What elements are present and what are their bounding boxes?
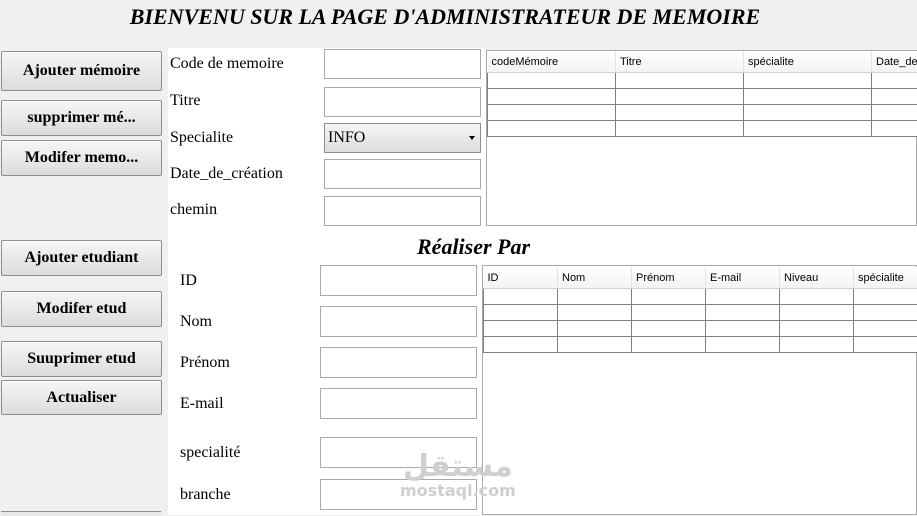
column-header[interactable]: spécialite bbox=[744, 51, 872, 73]
table-cell[interactable] bbox=[854, 289, 917, 305]
table-cell[interactable] bbox=[632, 337, 706, 353]
email-input[interactable] bbox=[320, 388, 477, 419]
column-header[interactable]: Nom bbox=[558, 267, 632, 289]
chemin-label: chemin bbox=[170, 201, 217, 219]
table-cell[interactable] bbox=[488, 105, 616, 121]
table-cell[interactable] bbox=[488, 121, 616, 137]
table-cell[interactable] bbox=[488, 73, 616, 89]
column-header[interactable]: ID bbox=[484, 267, 558, 289]
table-cell[interactable] bbox=[744, 121, 872, 137]
delete-etudiant-button[interactable]: Suuprimer etud bbox=[1, 341, 162, 377]
table-row[interactable] bbox=[484, 337, 917, 353]
watermark-latin: mostaql.com bbox=[400, 482, 516, 500]
table-cell[interactable] bbox=[872, 73, 917, 89]
table-cell[interactable] bbox=[616, 89, 744, 105]
id-input[interactable] bbox=[320, 265, 477, 296]
section-subtitle: Réaliser Par bbox=[417, 234, 530, 260]
table-cell[interactable] bbox=[706, 289, 780, 305]
table-cell[interactable] bbox=[706, 337, 780, 353]
chevron-down-icon bbox=[469, 136, 475, 140]
table-row[interactable] bbox=[488, 121, 917, 137]
table-row[interactable] bbox=[488, 105, 917, 121]
table-cell[interactable] bbox=[558, 337, 632, 353]
nom-input[interactable] bbox=[320, 306, 477, 337]
table-cell[interactable] bbox=[558, 289, 632, 305]
etudiant-table-header: ID Nom Prénom E-mail Niveau spécialite bbox=[484, 267, 917, 289]
watermark-arabic: مستقل bbox=[400, 452, 516, 482]
code-memoire-input[interactable] bbox=[324, 49, 481, 79]
table-cell[interactable] bbox=[632, 321, 706, 337]
column-header[interactable]: spécialite bbox=[854, 267, 917, 289]
table-cell[interactable] bbox=[616, 121, 744, 137]
table-cell[interactable] bbox=[558, 305, 632, 321]
table-cell[interactable] bbox=[706, 321, 780, 337]
table-cell[interactable] bbox=[616, 105, 744, 121]
titre-input[interactable] bbox=[324, 87, 481, 117]
delete-memoire-button[interactable]: supprimer mé... bbox=[1, 100, 162, 136]
sidebar-bottom-edge bbox=[1, 511, 161, 516]
table-row[interactable] bbox=[484, 305, 917, 321]
table-cell[interactable] bbox=[744, 105, 872, 121]
table-cell[interactable] bbox=[632, 289, 706, 305]
table-cell[interactable] bbox=[558, 321, 632, 337]
column-header[interactable]: E-mail bbox=[706, 267, 780, 289]
table-cell[interactable] bbox=[484, 305, 558, 321]
refresh-button[interactable]: Actualiser bbox=[1, 380, 162, 415]
add-etudiant-button[interactable]: Ajouter etudiant bbox=[1, 240, 162, 276]
column-header[interactable]: Date_de bbox=[872, 51, 917, 73]
table-cell[interactable] bbox=[484, 337, 558, 353]
table-cell[interactable] bbox=[616, 73, 744, 89]
table-cell[interactable] bbox=[706, 305, 780, 321]
edit-etudiant-button[interactable]: Modifer etud bbox=[1, 291, 162, 327]
prenom-input[interactable] bbox=[320, 347, 477, 378]
table-cell[interactable] bbox=[780, 321, 854, 337]
page-title: BIENVENU SUR LA PAGE D'ADMINISTRATEUR DE… bbox=[0, 4, 890, 30]
table-cell[interactable] bbox=[632, 305, 706, 321]
etudiant-table[interactable]: ID Nom Prénom E-mail Niveau spécialite bbox=[483, 267, 917, 353]
table-row[interactable] bbox=[488, 89, 917, 105]
date-creation-label: Date_de_création bbox=[170, 165, 283, 183]
column-header[interactable]: Titre bbox=[616, 51, 744, 73]
id-label: ID bbox=[180, 272, 197, 290]
column-header[interactable]: Prénom bbox=[632, 267, 706, 289]
table-cell[interactable] bbox=[854, 305, 917, 321]
mostaql-watermark: مستقل mostaql.com bbox=[400, 452, 516, 500]
column-header[interactable]: codeMémoire bbox=[488, 51, 616, 73]
email-label: E-mail bbox=[180, 395, 224, 413]
table-cell[interactable] bbox=[744, 73, 872, 89]
table-cell[interactable] bbox=[854, 337, 917, 353]
table-cell[interactable] bbox=[780, 305, 854, 321]
branche-label: branche bbox=[180, 486, 231, 504]
nom-label: Nom bbox=[180, 313, 212, 331]
table-cell[interactable] bbox=[872, 105, 917, 121]
table-row[interactable] bbox=[484, 289, 917, 305]
table-cell[interactable] bbox=[488, 89, 616, 105]
table-cell[interactable] bbox=[484, 289, 558, 305]
column-header[interactable]: Niveau bbox=[780, 267, 854, 289]
date-creation-input[interactable] bbox=[324, 159, 481, 189]
table-cell[interactable] bbox=[872, 89, 917, 105]
specialite-select[interactable]: INFO bbox=[324, 123, 481, 153]
table-cell[interactable] bbox=[780, 289, 854, 305]
table-cell[interactable] bbox=[780, 337, 854, 353]
code-memoire-label: Code de memoire bbox=[170, 55, 284, 73]
edit-memoire-button[interactable]: Modifer memo... bbox=[1, 140, 162, 176]
table-cell[interactable] bbox=[854, 321, 917, 337]
table-cell[interactable] bbox=[484, 321, 558, 337]
table-row[interactable] bbox=[484, 321, 917, 337]
chemin-input[interactable] bbox=[324, 196, 481, 226]
specialite-selected-value: INFO bbox=[328, 129, 365, 146]
titre-label: Titre bbox=[170, 92, 201, 110]
memoire-table[interactable]: codeMémoire Titre spécialite Date_de bbox=[487, 51, 917, 137]
table-cell[interactable] bbox=[872, 121, 917, 137]
table-row[interactable] bbox=[488, 73, 917, 89]
memoire-table-header: codeMémoire Titre spécialite Date_de bbox=[488, 51, 917, 73]
add-memoire-button[interactable]: Ajouter mémoire bbox=[1, 51, 162, 91]
prenom-label: Prénom bbox=[180, 354, 230, 372]
table-cell[interactable] bbox=[744, 89, 872, 105]
specialite-label: Specialite bbox=[170, 129, 233, 147]
section-band bbox=[486, 226, 917, 266]
specialite-etudiant-label: specialité bbox=[180, 444, 240, 462]
